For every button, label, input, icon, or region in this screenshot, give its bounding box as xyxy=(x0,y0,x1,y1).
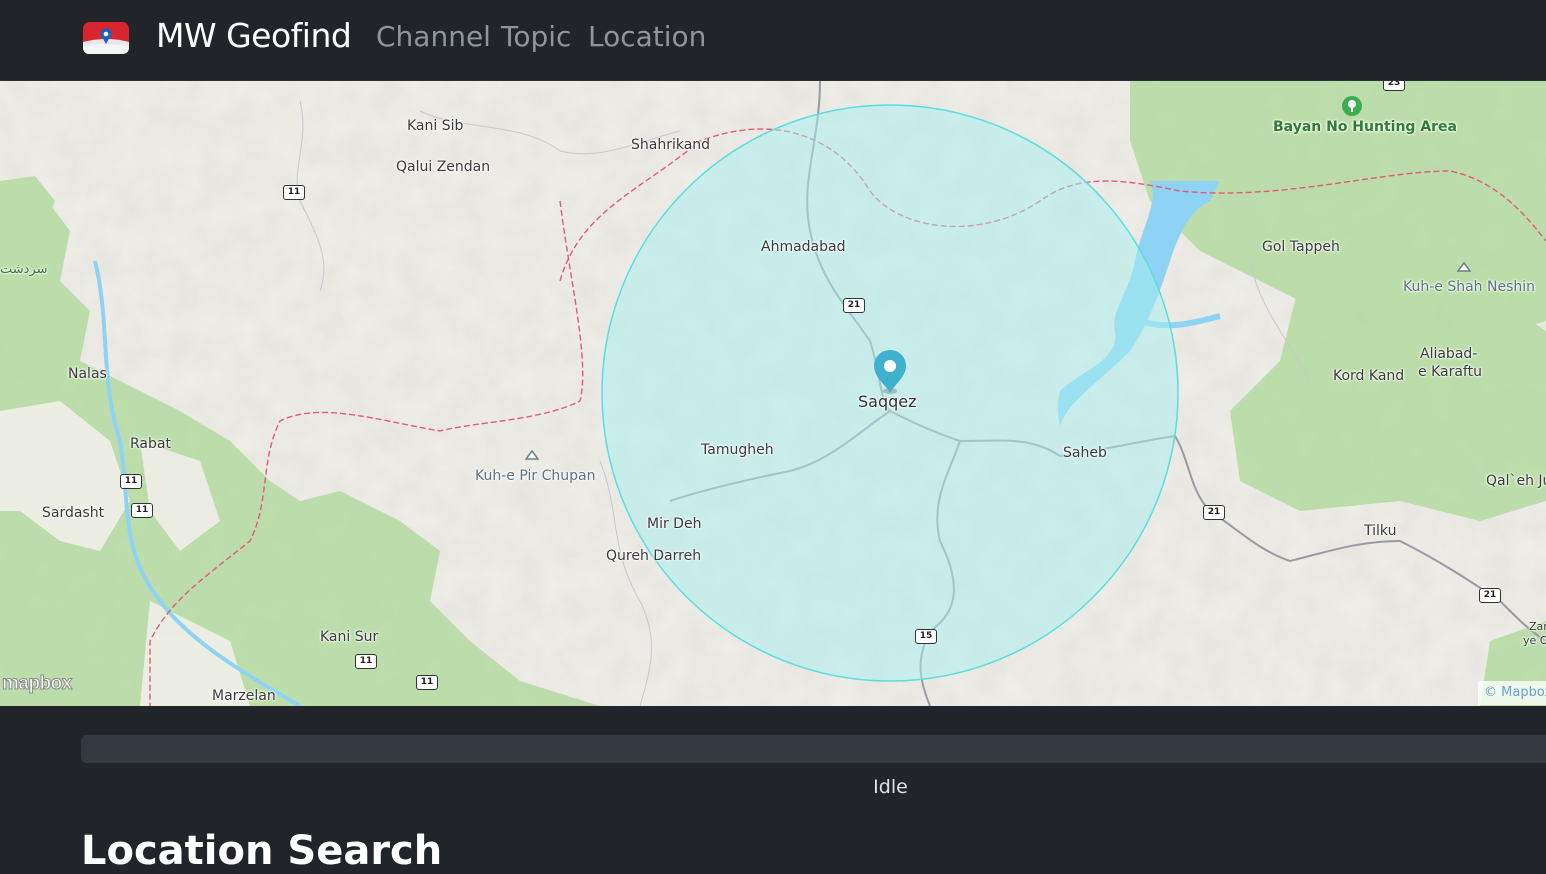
map-label-qalui-zendan: Qalui Zendan xyxy=(396,159,491,175)
road-shield: 11 xyxy=(131,503,153,518)
map-label-zar-line1: Zar xyxy=(1529,620,1546,633)
park-tree-icon xyxy=(1342,96,1362,116)
map-label-marzelan: Marzelan xyxy=(212,688,276,704)
map-label-bayan-no-hunting-area: Bayan No Hunting Area xyxy=(1273,119,1457,135)
road-shield: 15 xyxy=(915,629,937,644)
road-shield: 11 xyxy=(355,654,377,669)
road-shield: 11 xyxy=(416,675,438,690)
map-label-sardasht: Sardasht xyxy=(42,505,105,521)
map-label-saheb: Saheb xyxy=(1063,445,1107,461)
map-label-kani-sur: Kani Sur xyxy=(320,629,379,645)
map-label-tamugheh: Tamugheh xyxy=(701,442,774,458)
brand-title[interactable]: MW Geofind xyxy=(156,16,352,55)
map-view[interactable]: Kani Sib Qalui Zendan Shahrikand Ahmadab… xyxy=(0,81,1546,706)
map-label-nalas: Nalas xyxy=(68,366,107,382)
location-marker-icon[interactable] xyxy=(872,349,908,395)
map-attribution-link[interactable]: © Mapbox xyxy=(1478,681,1546,705)
map-label-kord-kand: Kord Kand xyxy=(1333,368,1405,384)
map-label-aliabad-line2: e Karaftu xyxy=(1418,364,1482,380)
search-progress-bar xyxy=(81,735,1546,763)
status-text: Idle xyxy=(873,776,908,798)
map-label-aliabad-line1: Aliabad- xyxy=(1420,346,1478,362)
navbar: MW Geofind Channel Topic Location xyxy=(0,0,1546,81)
mountain-peak-icon xyxy=(525,450,539,460)
map-label-qureh-darreh: Qureh Darreh xyxy=(606,548,702,564)
map-base-layer xyxy=(0,81,1546,706)
map-label-rabat: Rabat xyxy=(130,436,171,452)
nav-link-location[interactable]: Location xyxy=(588,20,706,53)
nav-link-channel[interactable]: Channel xyxy=(376,20,491,53)
map-label-kani-sib: Kani Sib xyxy=(407,118,464,134)
road-shield: 11 xyxy=(120,474,142,489)
road-shield: 11 xyxy=(283,185,305,200)
road-shield: 21 xyxy=(1203,505,1225,520)
map-label-ahmadabad: Ahmadabad xyxy=(761,239,846,255)
brand-logo-icon[interactable] xyxy=(82,20,130,56)
mapbox-logo[interactable]: mapbox xyxy=(2,673,73,695)
map-label-persian: سردشت xyxy=(0,262,48,277)
map-label-qaleh-ju: Qal`eh Ju xyxy=(1486,473,1546,489)
map-label-tilku: Tilku xyxy=(1364,523,1397,539)
mountain-peak-icon xyxy=(1457,262,1471,272)
map-label-kuh-e-pir-chupan: Kuh-e Pir Chupan xyxy=(475,468,596,484)
map-label-shahrikand: Shahrikand xyxy=(631,137,711,153)
road-shield: 23 xyxy=(1383,81,1405,91)
map-label-zar-line2: ye O xyxy=(1523,634,1546,647)
section-title-location-search: Location Search xyxy=(81,828,443,874)
nav-link-topic[interactable]: Topic xyxy=(501,20,571,53)
road-shield: 21 xyxy=(1479,588,1501,603)
map-label-gol-tappeh: Gol Tappeh xyxy=(1262,239,1340,255)
map-label-mir-deh: Mir Deh xyxy=(647,516,702,532)
road-shield: 21 xyxy=(843,298,865,313)
map-label-kuh-e-shah-neshin: Kuh-e Shah Neshin xyxy=(1403,279,1536,295)
